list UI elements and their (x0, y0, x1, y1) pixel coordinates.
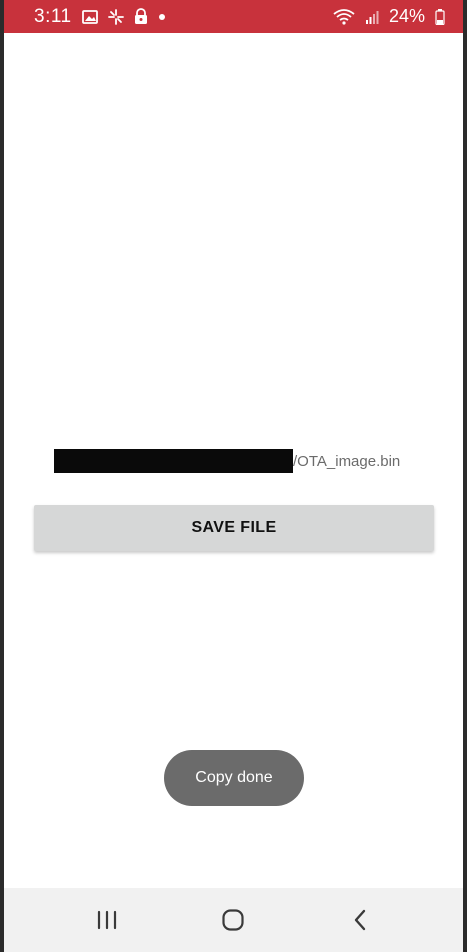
navigation-bar (4, 888, 463, 952)
recent-apps-icon (98, 910, 117, 930)
recent-apps-button[interactable] (77, 898, 137, 942)
file-path-suffix: /OTA_image.bin (293, 452, 401, 470)
home-icon (222, 909, 245, 931)
main-content: /OTA_image.bin SAVE FILE Copy done (4, 33, 463, 888)
status-bar: 3:11 24% (4, 0, 463, 33)
battery-percentage: 24% (388, 6, 425, 26)
signal-icon (365, 10, 379, 24)
back-button[interactable] (330, 898, 390, 942)
lock-icon (134, 8, 148, 25)
back-icon (354, 909, 366, 931)
phone-screen: 3:11 24% /OTA_image.bin SAVE FILE Copy d… (0, 0, 467, 952)
save-file-button[interactable]: SAVE FILE (34, 505, 434, 551)
wifi-icon (333, 8, 355, 25)
status-right: 24% (333, 6, 445, 27)
image-icon (81, 9, 98, 24)
pinwheel-icon (107, 8, 124, 25)
file-path: /OTA_image.bin (54, 448, 414, 474)
battery-icon (435, 8, 445, 25)
redacted-path-block (54, 449, 293, 473)
status-time: 3:11 (34, 5, 72, 27)
toast-message: Copy done (164, 750, 304, 806)
notification-dot-icon (158, 13, 166, 21)
status-left: 3:11 (34, 6, 166, 28)
home-button[interactable] (203, 898, 263, 942)
